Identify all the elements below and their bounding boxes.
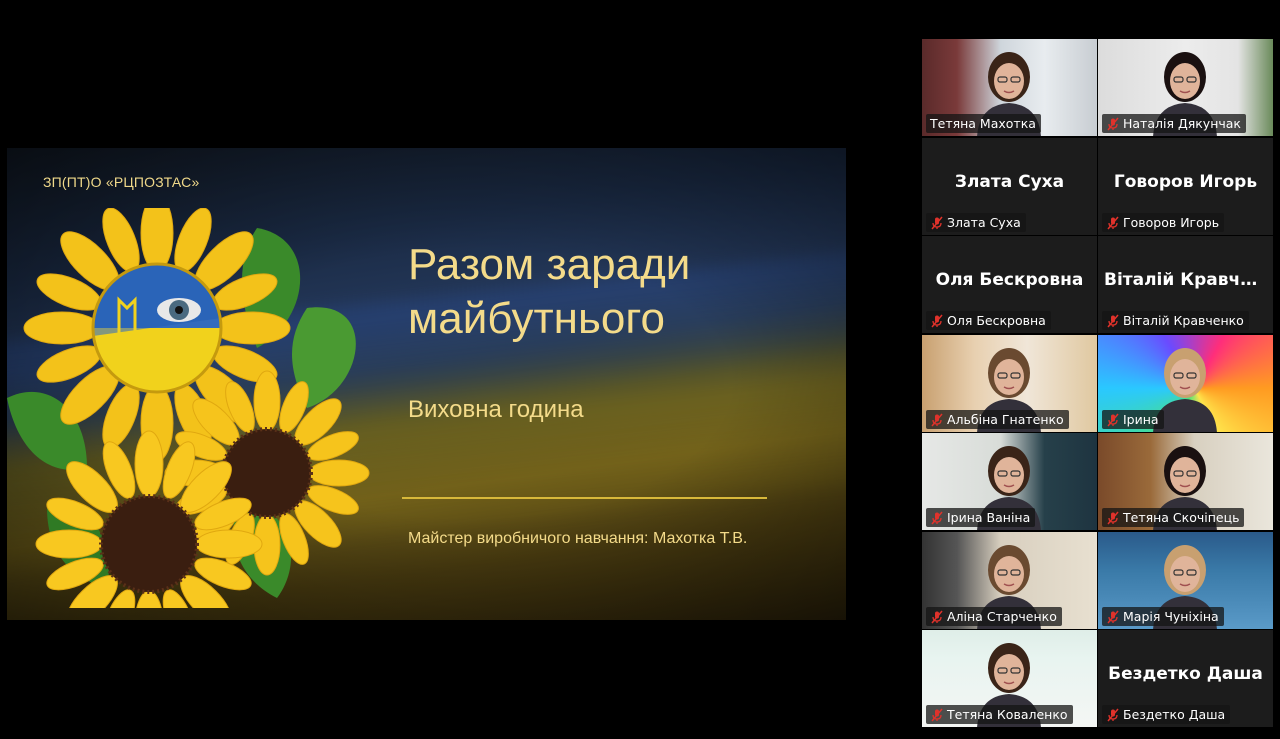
participant-name: Злата Суха xyxy=(947,215,1021,230)
slide-teacher: Майстер виробничого навчання: Махотка Т.… xyxy=(408,530,748,547)
participant-name-label: Тетяна Коваленко xyxy=(926,705,1073,724)
organization-name: ЗП(ПТ)О «РЦПОЗТАС» xyxy=(43,174,200,190)
muted-mic-icon xyxy=(1107,511,1119,524)
muted-mic-icon xyxy=(1107,314,1119,327)
participant-tile[interactable]: Ірина Ваніна xyxy=(922,433,1097,530)
participant-name-label: Оля Бескровна xyxy=(926,311,1051,330)
participant-tile[interactable]: Марія Чуніхіна xyxy=(1098,532,1273,629)
participant-name-label: Марія Чуніхіна xyxy=(1102,607,1224,626)
participant-tile[interactable]: Злата Суха Злата Суха xyxy=(922,138,1097,235)
participant-display-name: Говоров Игорь xyxy=(1113,172,1258,192)
participant-name: Аліна Старченко xyxy=(947,609,1057,624)
participant-name-label: Аліна Старченко xyxy=(926,607,1062,626)
muted-mic-icon xyxy=(1107,117,1119,130)
participant-display-name: Злата Суха xyxy=(954,172,1065,192)
participant-name: Тетяна Коваленко xyxy=(947,707,1068,722)
participant-name: Ірина xyxy=(1123,412,1159,427)
muted-mic-icon xyxy=(1107,708,1119,721)
muted-mic-icon xyxy=(1107,413,1119,426)
participant-name: Ірина Ваніна xyxy=(947,510,1031,525)
slide-divider xyxy=(402,497,767,499)
participant-name: Говоров Игорь xyxy=(1123,215,1220,230)
participant-tile[interactable]: Наталія Дякунчак xyxy=(1098,39,1273,136)
participant-name-label: Альбіна Гнатенко xyxy=(926,410,1069,429)
participant-tile[interactable]: Віталій Кравче... Віталій Кравченко xyxy=(1098,236,1273,333)
muted-mic-icon xyxy=(1107,610,1119,623)
participant-name: Бездетко Даша xyxy=(1123,707,1226,722)
participant-name: Альбіна Гнатенко xyxy=(947,412,1064,427)
participant-name-label: Ірина xyxy=(1102,410,1164,429)
participant-name: Марія Чуніхіна xyxy=(1123,609,1219,624)
participant-tile[interactable]: Аліна Старченко xyxy=(922,532,1097,629)
sunflower-illustration xyxy=(7,208,370,608)
participant-tile[interactable]: Альбіна Гнатенко xyxy=(922,335,1097,432)
participant-name-label: Говоров Игорь xyxy=(1102,213,1225,232)
participant-display-name: Оля Бескровна xyxy=(935,270,1084,290)
participant-tile[interactable]: Бездетко Даша Бездетко Даша xyxy=(1098,630,1273,727)
participant-name-label: Злата Суха xyxy=(926,213,1026,232)
muted-mic-icon xyxy=(931,610,943,623)
participant-name-label: Бездетко Даша xyxy=(1102,705,1231,724)
muted-mic-icon xyxy=(1107,216,1119,229)
participant-display-name: Бездетко Даша xyxy=(1108,664,1263,684)
participant-tile[interactable]: Тетяна Скочіпець xyxy=(1098,433,1273,530)
muted-mic-icon xyxy=(931,314,943,327)
muted-mic-icon xyxy=(931,708,943,721)
muted-mic-icon xyxy=(931,413,943,426)
participant-name: Оля Бескровна xyxy=(947,313,1046,328)
participant-name: Віталій Кравченко xyxy=(1123,313,1244,328)
participant-tile[interactable]: Тетяна Махотка xyxy=(922,39,1097,136)
shared-screen-slide: ЗП(ПТ)О «РЦПОЗТАС» Разом заради майбутнь… xyxy=(7,148,846,620)
participant-tile[interactable]: Ірина xyxy=(1098,335,1273,432)
participant-tile[interactable]: Говоров Игорь Говоров Игорь xyxy=(1098,138,1273,235)
participant-name: Тетяна Махотка xyxy=(930,116,1036,131)
muted-mic-icon xyxy=(931,511,943,524)
participant-name-label: Тетяна Махотка xyxy=(926,114,1041,133)
participant-name-label: Віталій Кравченко xyxy=(1102,311,1249,330)
participant-name-label: Тетяна Скочіпець xyxy=(1102,508,1245,527)
participant-tile[interactable]: Тетяна Коваленко xyxy=(922,630,1097,727)
slide-title: Разом заради майбутнього xyxy=(408,240,691,343)
participant-name-label: Наталія Дякунчак xyxy=(1102,114,1246,133)
participant-tile[interactable]: Оля Бескровна Оля Бескровна xyxy=(922,236,1097,333)
participant-name: Наталія Дякунчак xyxy=(1123,116,1241,131)
participant-name-label: Ірина Ваніна xyxy=(926,508,1036,527)
participant-name: Тетяна Скочіпець xyxy=(1123,510,1240,525)
slide-subtitle: Виховна година xyxy=(408,396,584,423)
muted-mic-icon xyxy=(931,216,943,229)
participant-display-name: Віталій Кравче... xyxy=(1104,270,1272,290)
